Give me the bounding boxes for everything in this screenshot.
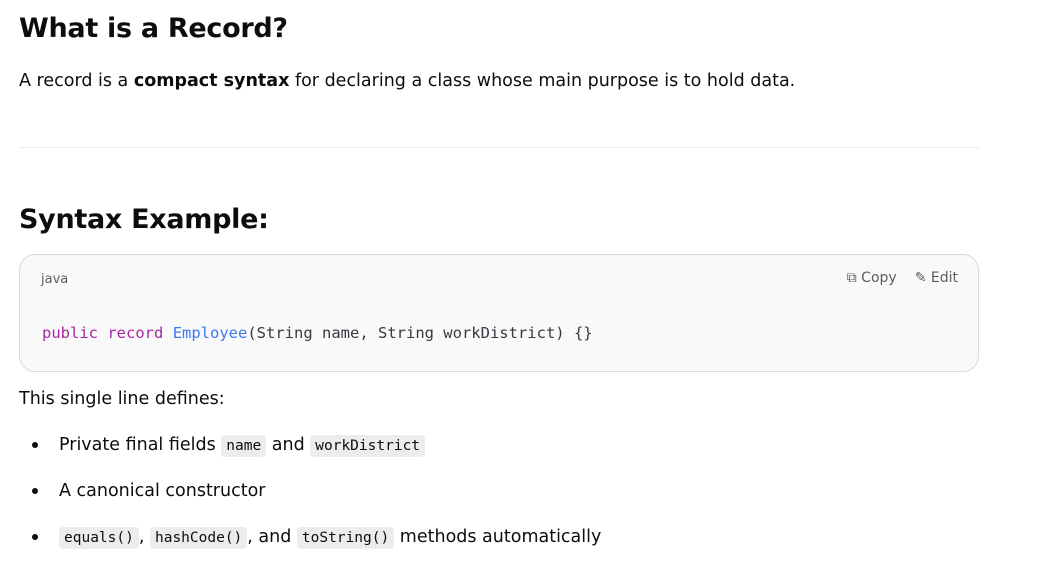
item-text: , [138, 527, 150, 547]
bullet-list: Private final fields name and workDistri… [19, 428, 601, 566]
intro-bold: compact syntax [133, 71, 290, 91]
inline-code: workDistrict [310, 435, 426, 457]
item-text: A canonical constructor [59, 481, 266, 501]
inline-code: equals() [59, 527, 139, 549]
code-block: java ⧉ Copy ✎ Edit public record Employe… [19, 254, 979, 372]
code-content: public record Employee(String name, Stri… [42, 324, 593, 342]
heading-what-is-record: What is a Record? [19, 13, 288, 44]
intro-text-end: for declaring a class whose main purpose… [289, 71, 796, 91]
copy-label: Copy [861, 270, 897, 286]
copy-button[interactable]: ⧉ Copy [847, 270, 897, 286]
defines-text: This single line defines: [19, 389, 225, 409]
intro-text: A record is a [19, 71, 134, 91]
edit-button[interactable]: ✎ Edit [915, 270, 958, 286]
code-type: Employee [172, 324, 248, 342]
inline-code: hashCode() [149, 527, 248, 549]
pencil-icon: ✎ [914, 270, 927, 286]
copy-icon: ⧉ [846, 270, 857, 286]
inline-code: name [221, 435, 267, 457]
item-text: , and [247, 527, 297, 547]
code-keyword: public [42, 324, 98, 342]
edit-label: Edit [930, 270, 958, 286]
intro-paragraph: A record is a compact syntax for declari… [19, 71, 795, 91]
item-text: Private final fields [59, 435, 222, 455]
list-item: Private final fields name and workDistri… [19, 428, 601, 474]
code-keyword: record [107, 324, 164, 342]
divider [19, 147, 979, 148]
inline-code: toString() [296, 527, 395, 549]
item-text: and [266, 435, 311, 455]
list-item: A canonical constructor [19, 474, 601, 520]
code-rest: (String name, String workDistrict) {} [247, 324, 593, 342]
code-language: java [41, 272, 69, 287]
item-text: methods automatically [394, 527, 602, 547]
list-item: equals(), hashCode(), and toString() met… [19, 520, 601, 566]
heading-syntax-example: Syntax Example: [19, 204, 269, 235]
